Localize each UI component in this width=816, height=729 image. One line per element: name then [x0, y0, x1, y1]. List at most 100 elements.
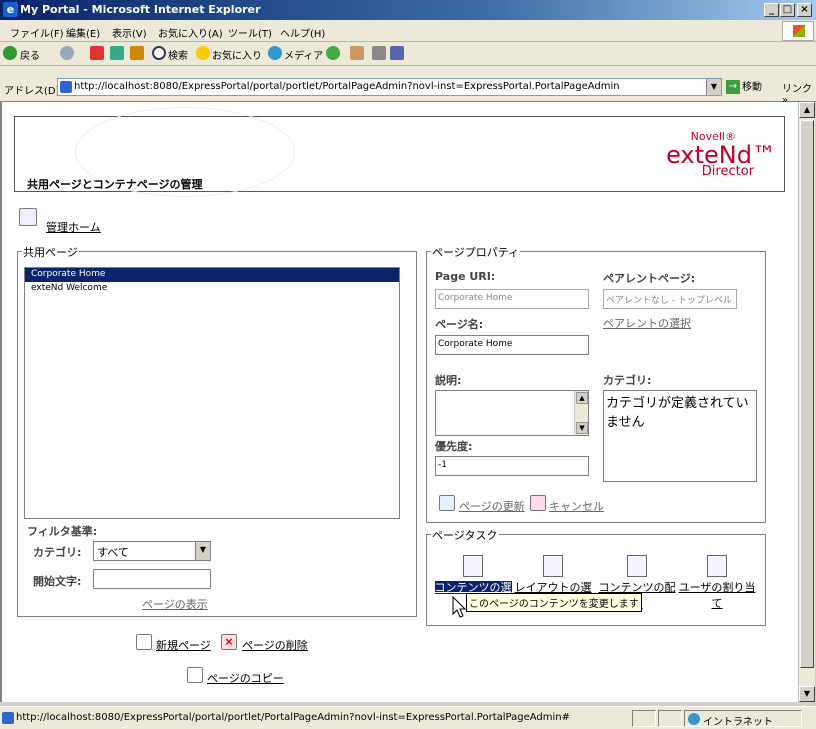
- media-icon[interactable]: [268, 46, 282, 60]
- status-pane: [658, 710, 682, 727]
- delete-page-link[interactable]: ページの削除: [242, 637, 308, 653]
- ie-icon: e: [3, 2, 18, 17]
- address-label: アドレス(D): [4, 86, 60, 97]
- shared-pages-panel: 共用ページ Corporate Home exteNd Welcome フィルタ…: [17, 244, 417, 617]
- page-uri-label: Page URI:: [435, 270, 496, 283]
- select-content-icon: [463, 555, 483, 577]
- back-icon[interactable]: [3, 46, 17, 60]
- menu-bar: ファイル(F) 編集(E) 表示(V) お気に入り(A) ツール(T) ヘルプ(…: [0, 20, 816, 42]
- address-dropdown[interactable]: ▼: [706, 79, 721, 95]
- search-icon[interactable]: [152, 46, 166, 60]
- scroll-down-button[interactable]: ▼: [799, 686, 815, 702]
- shared-pages-list[interactable]: Corporate Home exteNd Welcome: [24, 267, 400, 519]
- task-tooltip: このページのコンテンツを変更します: [466, 593, 642, 612]
- forward-icon[interactable]: [60, 46, 74, 60]
- page-tasks-panel: ページタスク コンテンツの選択 レイアウトの選択 コンテンツの配置 ユーザの割り…: [426, 527, 766, 626]
- delete-page-icon[interactable]: ×: [221, 634, 237, 650]
- select-layout-icon: [543, 555, 563, 577]
- page-status-icon: [2, 712, 14, 724]
- scroll-thumb[interactable]: [800, 120, 814, 668]
- menu-edit[interactable]: 編集(E): [66, 25, 100, 40]
- menu-help[interactable]: ヘルプ(H): [280, 25, 325, 40]
- address-url: http://localhost:8080/ExpressPortal/port…: [74, 81, 620, 92]
- update-page-icon[interactable]: [439, 495, 455, 511]
- page-icon: [60, 81, 72, 93]
- director-logo-text: Director: [701, 164, 754, 179]
- stop-icon[interactable]: [90, 46, 104, 60]
- mouse-cursor-icon: [452, 596, 467, 618]
- edit-icon[interactable]: [390, 46, 404, 60]
- cancel-icon[interactable]: [530, 495, 546, 511]
- page-name-field[interactable]: Corporate Home: [435, 335, 589, 355]
- arrange-content-icon: [627, 555, 647, 577]
- close-button[interactable]: ×: [797, 3, 812, 17]
- toolbar: 戻る 検索 お気に入り メディア: [0, 42, 816, 66]
- description-label: 説明:: [435, 374, 462, 387]
- new-page-icon[interactable]: [136, 634, 152, 650]
- windows-logo-icon: [782, 21, 814, 41]
- go-button[interactable]: → 移動: [726, 78, 762, 94]
- zone-pane: イントラネット: [684, 710, 802, 728]
- page-title: 共用ページとコンテナページの管理: [27, 178, 203, 191]
- intranet-icon: [688, 713, 700, 725]
- go-arrow-icon: →: [726, 80, 740, 94]
- address-bar: アドレス(D) http://localhost:8080/ExpressPor…: [0, 66, 816, 106]
- category-empty-text: カテゴリが定義されていません: [606, 396, 749, 430]
- scroll-up-button[interactable]: ▲: [799, 102, 815, 118]
- task-assign-users[interactable]: ユーザの割り当て: [677, 555, 757, 611]
- menu-tools[interactable]: ツール(T): [228, 25, 272, 40]
- mail-icon[interactable]: [350, 46, 364, 60]
- title-bar: e My Portal - Microsoft Internet Explore…: [0, 0, 816, 20]
- vertical-scrollbar[interactable]: ▲ ▼: [798, 102, 815, 702]
- parent-page-field[interactable]: ペアレントなし - トップレベル: [603, 289, 737, 309]
- status-url: http://localhost:8080/ExpressPortal/port…: [16, 712, 570, 723]
- favorites-button[interactable]: お気に入り: [212, 47, 262, 62]
- page-uri-field[interactable]: Corporate Home: [435, 289, 589, 309]
- page-tasks-legend: ページタスク: [431, 527, 499, 543]
- admin-home-icon[interactable]: [19, 208, 37, 226]
- priority-label: 優先度:: [435, 440, 473, 453]
- maximize-button[interactable]: □: [780, 3, 795, 17]
- category-label: カテゴリ:: [603, 374, 652, 387]
- admin-home-link[interactable]: 管理ホーム: [46, 219, 101, 235]
- page-properties-panel: ページプロパティ Page URI: Corporate Home ペアレントペ…: [426, 244, 766, 523]
- priority-field[interactable]: -1: [435, 456, 589, 476]
- address-input[interactable]: http://localhost:8080/ExpressPortal/port…: [57, 78, 722, 96]
- category-list[interactable]: カテゴリが定義されていません: [603, 390, 757, 482]
- chevron-down-icon[interactable]: ▼: [195, 542, 210, 560]
- cancel-link[interactable]: キャンセル: [549, 498, 604, 514]
- print-icon[interactable]: [372, 46, 386, 60]
- page-properties-legend: ページプロパティ: [431, 244, 521, 260]
- menu-file[interactable]: ファイル(F): [10, 25, 64, 40]
- list-item-extend-welcome[interactable]: exteNd Welcome: [25, 282, 399, 296]
- home-icon[interactable]: [130, 46, 144, 60]
- list-item-corporate-home[interactable]: Corporate Home: [25, 268, 399, 282]
- zone-label: イントラネット: [703, 717, 773, 728]
- favorites-star-icon[interactable]: [196, 46, 210, 60]
- search-button[interactable]: 検索: [168, 47, 188, 62]
- parent-page-label: ペアレントページ:: [603, 272, 696, 285]
- back-button[interactable]: 戻る: [20, 47, 40, 62]
- page-name-label: ページ名:: [435, 318, 484, 331]
- update-page-link[interactable]: ページの更新: [459, 498, 525, 514]
- filter-category-select[interactable]: すべて ▼: [93, 541, 211, 561]
- filter-category-label: カテゴリ:: [33, 546, 82, 559]
- status-bar: http://localhost:8080/ExpressPortal/port…: [0, 706, 816, 729]
- status-pane: [632, 710, 656, 727]
- menu-view[interactable]: 表示(V): [112, 25, 147, 40]
- assign-users-icon: [707, 555, 727, 577]
- menu-favorites[interactable]: お気に入り(A): [158, 25, 223, 40]
- new-page-link[interactable]: 新規ページ: [156, 637, 211, 653]
- copy-page-link[interactable]: ページのコピー: [207, 670, 284, 686]
- copy-page-icon[interactable]: [187, 667, 203, 683]
- description-textarea[interactable]: ▲ ▼: [435, 390, 589, 436]
- refresh-icon[interactable]: [110, 46, 124, 60]
- start-char-input[interactable]: [93, 569, 211, 589]
- media-button[interactable]: メディア: [284, 47, 323, 62]
- history-icon[interactable]: [326, 46, 340, 60]
- minimize-button[interactable]: _: [764, 3, 779, 17]
- description-scrollbar[interactable]: ▲ ▼: [574, 391, 588, 435]
- show-pages-link[interactable]: ページの表示: [142, 596, 208, 612]
- select-parent-link[interactable]: ペアレントの選択: [603, 315, 691, 331]
- filter-label: フィルタ基準:: [27, 525, 98, 538]
